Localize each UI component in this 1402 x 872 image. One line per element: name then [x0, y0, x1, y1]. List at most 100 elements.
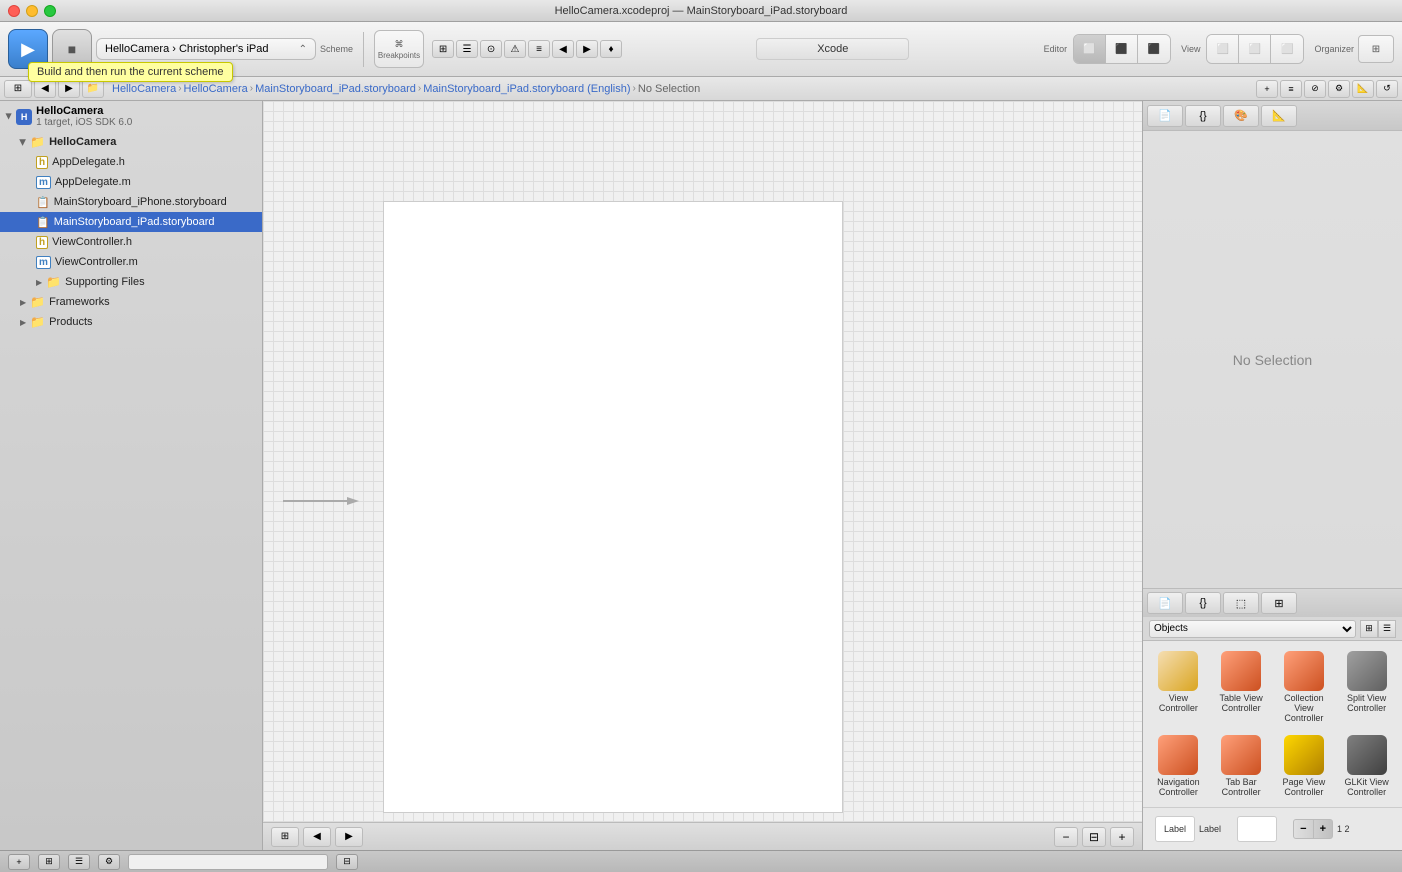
lib-list-view-btn[interactable]: ☰ [1378, 620, 1396, 638]
nav-back-button[interactable]: ◀ [34, 80, 56, 98]
breadcrumb-sep-1: › [178, 83, 181, 94]
lib-view-buttons: ⊞ ☰ [1360, 620, 1396, 638]
nav-icon-btn-2[interactable]: ☰ [456, 40, 478, 58]
nav-filter-button[interactable]: ≡ [1280, 80, 1302, 98]
editor-assistant-btn[interactable]: ⬛ [1106, 35, 1138, 63]
canvas-grid[interactable] [263, 101, 1142, 822]
xcode-title-area: Xcode [626, 38, 1040, 60]
canvas-next-btn[interactable]: ▶ [335, 827, 363, 847]
lib-item-page-view-controller[interactable]: Page View Controller [1275, 731, 1334, 801]
breadcrumb-2[interactable]: HelloCamera [184, 83, 248, 95]
zoom-in-btn[interactable]: + [1110, 827, 1134, 847]
close-button[interactable] [8, 5, 20, 17]
organizer-btn[interactable]: ⊞ [1358, 35, 1394, 63]
lib-item-textfield[interactable] [1233, 812, 1281, 846]
nav-icon-btn-6[interactable]: ◀ [552, 40, 574, 58]
inspector-tab-quick[interactable]: {} [1185, 105, 1221, 127]
scheme-text: HelloCamera › Christopher's iPad [105, 43, 269, 55]
maximize-button[interactable] [44, 5, 56, 17]
toolbar-divider-1 [363, 32, 364, 67]
lib-item-view-controller[interactable]: View Controller [1149, 647, 1208, 727]
lib-icon-tab-bar [1221, 735, 1261, 775]
editor-standard-btn[interactable]: ⬜ [1074, 35, 1106, 63]
sidebar-item-appdelegate-h[interactable]: h AppDelegate.h [0, 152, 262, 172]
status-bar: + ⊞ ☰ ⚙ ⊟ [0, 850, 1402, 872]
sidebar-item-viewcontroller-m[interactable]: m ViewController.m [0, 252, 262, 272]
status-gear-btn[interactable]: ⚙ [98, 854, 120, 870]
inspector-tab-file[interactable]: 📄 [1147, 105, 1183, 127]
view-debug-btn[interactable]: ⬜ [1239, 35, 1271, 63]
view-utilities-btn[interactable]: ⬜ [1271, 35, 1303, 63]
sidebar-item-storyboard-iphone[interactable]: 📋 MainStoryboard_iPhone.storyboard [0, 192, 262, 212]
nav-settings-button[interactable]: ⚙ [1328, 80, 1350, 98]
lib-item-table-view-controller[interactable]: Table View Controller [1212, 647, 1271, 727]
lib-tab-snippets[interactable]: ⬚ [1223, 592, 1259, 614]
lib-tab-files[interactable]: 📄 [1147, 592, 1183, 614]
status-add-btn[interactable]: + [8, 854, 30, 870]
nav-icon-btn-1[interactable]: ⊞ [432, 40, 454, 58]
nav-bar-right: + ≡ ⊘ ⚙ 📐 ↺ [1256, 80, 1398, 98]
sidebar-item-appdelegate-m[interactable]: m AppDelegate.m [0, 172, 262, 192]
frameworks-folder-icon: 📁 [30, 295, 45, 309]
window-title: HelloCamera.xcodeproj — MainStoryboard_i… [555, 5, 848, 17]
canvas-fit-btn[interactable]: ⊞ [271, 827, 299, 847]
scheme-selector[interactable]: HelloCamera › Christopher's iPad ⌃ [96, 38, 316, 60]
lib-tab-classes[interactable]: {} [1185, 592, 1221, 614]
sidebar-group-hellocamera[interactable]: ▶ 📁 HelloCamera [0, 132, 262, 152]
lib-tab-media[interactable]: ⊞ [1261, 592, 1297, 614]
lib-icon-table-view [1221, 651, 1261, 691]
group-folder-icon: 📁 [30, 135, 45, 149]
project-info: HelloCamera 1 target, iOS SDK 6.0 [36, 105, 132, 128]
products-triangle: ▶ [20, 318, 26, 327]
canvas-prev-btn[interactable]: ◀ [303, 827, 331, 847]
nav-refresh-button[interactable]: ↺ [1376, 80, 1398, 98]
breadcrumb-3[interactable]: MainStoryboard_iPad.storyboard [255, 83, 416, 95]
nav-icon-btn-5[interactable]: ≡ [528, 40, 550, 58]
sidebar-item-products[interactable]: ▶ 📁 Products [0, 312, 262, 332]
nav-icon-btn-3[interactable]: ⊙ [480, 40, 502, 58]
nav-info-button[interactable]: ⊘ [1304, 80, 1326, 98]
lib-item-collection-view-controller[interactable]: Collection View Controller [1275, 647, 1334, 727]
zoom-out-btn[interactable]: − [1054, 827, 1078, 847]
nav-ruler-button[interactable]: 📐 [1352, 80, 1374, 98]
m-file-icon-2: m [36, 256, 51, 269]
status-list-btn[interactable]: ☰ [68, 854, 90, 870]
editor-version-btn[interactable]: ⬛ [1138, 35, 1170, 63]
supporting-triangle: ▶ [36, 278, 42, 287]
project-root[interactable]: ▶ H HelloCamera 1 target, iOS SDK 6.0 [0, 101, 262, 132]
lib-grid-view-btn[interactable]: ⊞ [1360, 620, 1378, 638]
nav-icon-btn-4[interactable]: ⚠ [504, 40, 526, 58]
lib-item-nav-controller[interactable]: Navigation Controller [1149, 731, 1208, 801]
breadcrumb-4[interactable]: MainStoryboard_iPad.storyboard (English) [423, 83, 630, 95]
minimize-button[interactable] [26, 5, 38, 17]
view-navigator-btn[interactable]: ⬜ [1207, 35, 1239, 63]
breadcrumb-1[interactable]: HelloCamera [112, 83, 176, 95]
sidebar-item-storyboard-ipad[interactable]: 📋 MainStoryboard_iPad.storyboard [0, 212, 262, 232]
inspector-tab-identity[interactable]: 🎨 [1223, 105, 1259, 127]
sidebar-item-viewcontroller-h[interactable]: h ViewController.h [0, 232, 262, 252]
breakpoints-button[interactable]: ⌘ Breakpoints [374, 30, 424, 68]
lib-item-tab-bar-controller[interactable]: Tab Bar Controller [1212, 731, 1271, 801]
lib-item-stepper[interactable]: − + 1 2 [1289, 815, 1354, 843]
right-toolbar: Editor ⬜ ⬛ ⬛ View ⬜ ⬜ ⬜ Organizer ⊞ [1044, 34, 1394, 64]
lib-item-glkit[interactable]: GLKit View Controller [1337, 731, 1396, 801]
status-expand-btn[interactable]: ⊟ [336, 854, 358, 870]
inspector-tab-attributes[interactable]: 📐 [1261, 105, 1297, 127]
status-filter-btn[interactable]: ⊞ [38, 854, 60, 870]
products-folder-icon: 📁 [30, 315, 45, 329]
nav-icon-btn-8[interactable]: ♦ [600, 40, 622, 58]
lib-item-split-view-controller[interactable]: Split View Controller [1337, 647, 1396, 727]
canvas-bottom-left: ⊞ ◀ ▶ [271, 827, 363, 847]
storyboard-scene [383, 201, 843, 813]
sidebar-item-frameworks[interactable]: ▶ 📁 Frameworks [0, 292, 262, 312]
nav-icon-btn-7[interactable]: ▶ [576, 40, 598, 58]
zoom-reset-btn[interactable]: ⊟ [1082, 827, 1106, 847]
breadcrumb-5: No Selection [638, 83, 700, 95]
lib-item-label[interactable]: Label Label [1151, 812, 1225, 846]
library-filter-select[interactable]: Objects [1149, 620, 1356, 638]
nav-grid-button[interactable]: ⊞ [4, 80, 32, 98]
scheme-label: Scheme [320, 44, 353, 54]
nav-add-button[interactable]: + [1256, 80, 1278, 98]
sidebar-item-supporting-files[interactable]: ▶ 📁 Supporting Files [0, 272, 262, 292]
nav-forward-button[interactable]: ▶ [58, 80, 80, 98]
